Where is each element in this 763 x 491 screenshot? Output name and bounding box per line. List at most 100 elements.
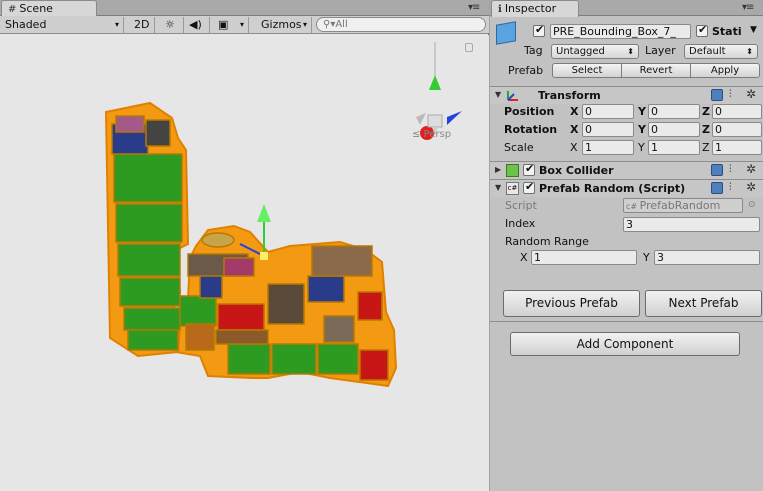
inspector-tabbar: ℹ Inspector ▾≡ xyxy=(490,0,763,17)
index-field[interactable]: 3 xyxy=(623,217,760,232)
layer-dropdown[interactable]: Default ⬍ xyxy=(684,44,758,59)
script-field: c# PrefabRandom xyxy=(623,198,743,213)
preset-icon[interactable]: ⫶ xyxy=(729,89,732,100)
prefab-random-header[interactable]: ▼ c# Prefab Random (Script) ⫶ ✲ xyxy=(490,179,763,197)
box-collider-header[interactable]: ▶ Box Collider ⫶ ✲ xyxy=(490,161,763,179)
rotation-z-field[interactable]: 0 xyxy=(712,122,762,137)
script-file-icon: c# xyxy=(626,202,640,211)
preset-icon[interactable]: ⫶ xyxy=(729,182,732,193)
prefab-apply-button[interactable]: Apply xyxy=(690,63,760,78)
rotation-y-field[interactable]: 0 xyxy=(648,122,700,137)
range-y-label: Y xyxy=(643,251,650,264)
search-placeholder: All xyxy=(335,19,348,30)
panel-menu-icon[interactable]: ▾≡ xyxy=(742,2,754,13)
chevron-down-icon: ▾ xyxy=(302,20,307,29)
add-component-button[interactable]: Add Component xyxy=(510,332,740,356)
static-checkbox[interactable] xyxy=(696,23,708,37)
prefab-revert-button[interactable]: Revert xyxy=(621,63,691,78)
foldout-expanded-icon[interactable]: ▼ xyxy=(495,183,501,192)
scene-viewport[interactable]: ≤ Persp xyxy=(0,35,489,491)
active-checkbox[interactable] xyxy=(533,23,545,37)
position-label: Position xyxy=(504,105,555,118)
static-dropdown-icon[interactable]: ▼ xyxy=(750,23,757,38)
view-mode-label[interactable]: ≤ Persp xyxy=(412,129,451,140)
chevron-down-icon: ▾ xyxy=(239,20,244,29)
rotation-label: Rotation xyxy=(504,123,558,136)
help-book-icon[interactable] xyxy=(711,89,723,101)
transform-body: Position X 0 Y 0 Z 0 Rotation X 0 Y 0 Z … xyxy=(490,104,763,158)
gear-icon[interactable]: ✲ xyxy=(746,162,756,176)
lighting-toggle[interactable]: ☼ xyxy=(160,17,184,33)
index-label: Index xyxy=(505,217,536,230)
axis-x-label: X xyxy=(570,141,578,154)
inspector-panel: ℹInspector ▾≡ PRE_Bounding_Box_7_ Stati … xyxy=(490,0,763,491)
position-z-field[interactable]: 0 xyxy=(712,104,762,119)
tag-label: Tag xyxy=(524,44,543,57)
effects-dropdown[interactable]: ▣ ▾ xyxy=(213,17,249,33)
gizmos-label: Gizmos xyxy=(261,18,302,31)
gear-icon[interactable]: ✲ xyxy=(746,87,756,101)
prefab-random-body: Script c# PrefabRandom ⊙ Index 3 Random … xyxy=(490,198,763,270)
range-x-field[interactable]: 1 xyxy=(531,250,637,265)
persp-arrow-icon: ≤ xyxy=(412,129,421,140)
script-label: Script xyxy=(505,199,537,212)
grid-icon: # xyxy=(8,4,17,15)
scale-label: Scale xyxy=(504,141,534,154)
help-book-icon[interactable] xyxy=(711,182,723,194)
tab-inspector-label: Inspector xyxy=(504,2,557,15)
object-header: PRE_Bounding_Box_7_ Stati ▼ Tag Untagged… xyxy=(490,17,763,81)
prefab-random-enabled-checkbox[interactable] xyxy=(523,180,535,194)
mode-2d-toggle[interactable]: 2D xyxy=(129,17,155,33)
tag-dropdown[interactable]: Untagged ⬍ xyxy=(551,44,639,59)
prefab-select-button[interactable]: Select xyxy=(552,63,622,78)
dropdown-arrow-icon: ⬍ xyxy=(627,47,634,56)
gizmos-dropdown[interactable]: Gizmos ▾ xyxy=(256,17,312,33)
component-header-icons: ⫶ ✲ xyxy=(711,87,761,102)
foldout-collapsed-icon[interactable]: ▶ xyxy=(495,165,501,174)
orientation-gizmo[interactable] xyxy=(416,42,462,140)
transform-header[interactable]: ▼ Transform ⫶ ✲ xyxy=(490,86,763,104)
image-icon: ▣ xyxy=(218,18,229,31)
axis-y-label: Y xyxy=(638,105,646,118)
dropdown-arrow-icon: ⬍ xyxy=(746,47,753,56)
prefab-label: Prefab xyxy=(508,64,544,77)
object-name-field[interactable]: PRE_Bounding_Box_7_ xyxy=(550,24,691,39)
tag-value: Untagged xyxy=(556,46,605,57)
scale-x-field[interactable]: 1 xyxy=(582,140,634,155)
shading-mode-value: Shaded xyxy=(5,18,47,31)
scale-y-field[interactable]: 1 xyxy=(648,140,700,155)
box-collider-icon xyxy=(506,164,519,177)
shading-mode-dropdown[interactable]: Shaded ▾ xyxy=(0,17,124,33)
transform-title: Transform xyxy=(538,89,601,102)
foldout-expanded-icon[interactable]: ▼ xyxy=(495,90,501,99)
persp-label-text: Persp xyxy=(423,129,452,140)
range-y-field[interactable]: 3 xyxy=(654,250,760,265)
panel-menu-icon[interactable]: ▾≡ xyxy=(468,2,480,13)
position-y-field[interactable]: 0 xyxy=(648,104,700,119)
audio-toggle[interactable]: ◀) xyxy=(184,17,210,33)
scene-search-input[interactable]: ⚲▾All xyxy=(316,17,486,32)
script-file-icon: c# xyxy=(506,182,519,195)
tab-inspector[interactable]: ℹ Inspector xyxy=(491,0,579,17)
preset-icon[interactable]: ⫶ xyxy=(729,164,732,175)
tab-scene[interactable]: # Scene xyxy=(1,0,97,17)
search-icon: ⚲▾ xyxy=(323,19,336,30)
previous-prefab-button[interactable]: Previous Prefab xyxy=(503,290,640,317)
box-collider-enabled-checkbox[interactable] xyxy=(523,162,535,176)
axis-x-label: X xyxy=(570,123,579,136)
scene-toolbar: Shaded ▾ 2D ☼ ◀) ▣ ▾ Gizmos ▾ ⚲▾All xyxy=(0,16,489,34)
lock-icon[interactable] xyxy=(465,43,473,52)
object-picker-icon: ⊙ xyxy=(748,200,756,210)
static-label: Stati xyxy=(712,25,742,38)
position-x-field[interactable]: 0 xyxy=(582,104,634,119)
mode-2d-label: 2D xyxy=(134,18,150,31)
box-collider-title: Box Collider xyxy=(539,164,614,177)
gear-icon[interactable]: ✲ xyxy=(746,180,756,194)
prefab-random-title: Prefab Random (Script) xyxy=(539,182,686,195)
sun-icon: ☼ xyxy=(165,18,175,31)
scale-z-field[interactable]: 1 xyxy=(712,140,762,155)
next-prefab-button[interactable]: Next Prefab xyxy=(645,290,762,317)
help-book-icon[interactable] xyxy=(711,164,723,176)
speaker-icon: ◀) xyxy=(189,18,202,31)
rotation-x-field[interactable]: 0 xyxy=(582,122,634,137)
